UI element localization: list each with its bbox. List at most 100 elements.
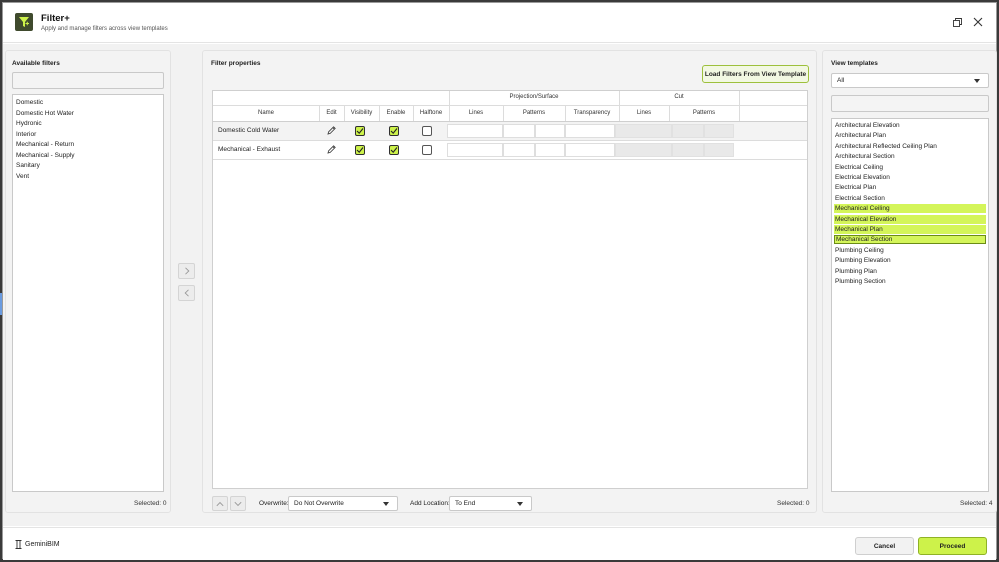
load-filters-button[interactable]: Load Filters From View Template: [702, 65, 809, 83]
halftone-checkbox[interactable]: [422, 145, 432, 155]
brand: GeminiBIM: [15, 540, 60, 549]
close-icon[interactable]: [972, 16, 984, 28]
list-item[interactable]: Mechanical - Supply: [16, 152, 75, 159]
list-item[interactable]: Mechanical - Return: [16, 141, 74, 148]
halftone-checkbox[interactable]: [422, 126, 432, 136]
move-left-button[interactable]: [178, 285, 195, 301]
view-templates-list[interactable]: Architectural Elevation Architectural Pl…: [831, 118, 989, 492]
pencil-icon[interactable]: [326, 144, 337, 157]
table-row[interactable]: Domestic Cold Water: [213, 122, 807, 140]
filter-properties-panel: Filter properties Load Filters From View…: [202, 50, 817, 513]
available-filters-panel: Available filters Domestic Domestic Hot …: [5, 50, 171, 513]
cut-patterns-color-cell: [672, 124, 704, 138]
column-header-projection-lines[interactable]: Lines: [449, 110, 503, 116]
restore-icon[interactable]: [951, 16, 963, 28]
available-filters-selected-count: Selected: 0: [134, 500, 167, 507]
chevron-up-icon: [216, 501, 224, 506]
list-item-selected[interactable]: Mechanical Section: [834, 235, 986, 245]
transparency-cell[interactable]: [565, 124, 615, 138]
visibility-checkbox[interactable]: [355, 145, 365, 155]
view-templates-selected-count: Selected: 4: [960, 500, 993, 507]
overwrite-dropdown[interactable]: Do Not Overwrite: [288, 496, 398, 511]
filter-name: Mechanical - Exhaust: [218, 146, 281, 153]
add-location-value: To End: [455, 500, 476, 507]
list-item-selected[interactable]: Mechanical Ceiling: [834, 204, 986, 214]
list-item-selected[interactable]: Mechanical Plan: [834, 225, 986, 234]
projection-patterns-color-cell[interactable]: [503, 124, 535, 138]
divider: [619, 91, 620, 105]
list-item[interactable]: Domestic Hot Water: [16, 110, 74, 117]
move-up-button[interactable]: [212, 496, 228, 511]
list-item[interactable]: Electrical Ceiling: [834, 163, 986, 172]
list-item[interactable]: Architectural Reflected Ceiling Plan: [834, 142, 986, 151]
projection-patterns-cell[interactable]: [535, 143, 565, 157]
list-item[interactable]: Plumbing Ceiling: [834, 246, 986, 255]
list-item[interactable]: Electrical Elevation: [834, 173, 986, 182]
list-item[interactable]: Interior: [16, 131, 36, 138]
list-item[interactable]: Plumbing Elevation: [834, 256, 986, 265]
pencil-icon[interactable]: [326, 125, 337, 138]
column-header-edit[interactable]: Edit: [319, 110, 344, 116]
move-right-button[interactable]: [178, 263, 195, 279]
divider: [503, 105, 504, 121]
list-item[interactable]: Vent: [16, 173, 29, 180]
projection-patterns-color-cell[interactable]: [503, 143, 535, 157]
list-item[interactable]: Architectural Section: [834, 152, 986, 161]
window-header: Filter+ Apply and manage filters across …: [3, 3, 996, 43]
visibility-checkbox[interactable]: [355, 126, 365, 136]
column-header-name[interactable]: Name: [213, 110, 319, 116]
app-title: Filter+: [41, 13, 70, 24]
transparency-cell[interactable]: [565, 143, 615, 157]
brand-name: GeminiBIM: [25, 541, 60, 548]
selected-count: 0: [162, 500, 167, 507]
list-item[interactable]: Electrical Section: [834, 194, 986, 203]
filter-properties-grid: Projection/Surface Cut Name Edit Visibil…: [212, 90, 808, 489]
available-filters-list[interactable]: Domestic Domestic Hot Water Hydronic Int…: [12, 94, 164, 492]
projection-lines-cell[interactable]: [447, 124, 503, 138]
enable-checkbox[interactable]: [389, 126, 399, 136]
column-header-transparency[interactable]: Transparency: [565, 110, 619, 116]
overwrite-label: Overwrite:: [259, 500, 289, 507]
projection-lines-cell[interactable]: [447, 143, 503, 157]
cut-patterns-color-cell: [672, 143, 704, 157]
list-item-selected[interactable]: Mechanical Elevation: [834, 214, 986, 224]
view-templates-filter-dropdown[interactable]: All: [831, 73, 989, 88]
view-templates-panel: View templates All Architectural Elevati…: [822, 50, 997, 513]
view-templates-search-input[interactable]: [831, 95, 989, 112]
move-down-button[interactable]: [230, 496, 246, 511]
column-header-cut-lines[interactable]: Lines: [619, 110, 669, 116]
divider: [213, 105, 807, 106]
table-row[interactable]: Mechanical - Exhaust: [213, 141, 807, 159]
column-header-enable[interactable]: Enable: [379, 110, 413, 116]
filter-plus-icon: [15, 13, 33, 31]
cancel-button[interactable]: Cancel: [855, 537, 914, 555]
list-item[interactable]: Sanitary: [16, 162, 40, 169]
list-item[interactable]: Plumbing Section: [834, 277, 986, 286]
column-header-visibility[interactable]: Visibility: [344, 110, 379, 116]
proceed-button[interactable]: Proceed: [918, 537, 987, 555]
column-header-cut-patterns[interactable]: Patterns: [669, 110, 739, 116]
filter-properties-title: Filter properties: [211, 60, 261, 67]
divider: [619, 105, 620, 121]
available-filters-title: Available filters: [12, 60, 60, 67]
divider: [739, 105, 740, 121]
view-templates-title: View templates: [831, 60, 878, 67]
list-item[interactable]: Hydronic: [16, 120, 42, 127]
projection-patterns-cell[interactable]: [535, 124, 565, 138]
column-header-halftone[interactable]: Halftone: [413, 110, 449, 116]
divider: [213, 159, 807, 160]
list-item[interactable]: Electrical Plan: [834, 183, 986, 192]
add-location-dropdown[interactable]: To End: [449, 496, 532, 511]
available-filters-search-input[interactable]: [12, 72, 164, 89]
enable-checkbox[interactable]: [389, 145, 399, 155]
list-item[interactable]: Architectural Elevation: [834, 121, 986, 130]
list-item[interactable]: Plumbing Plan: [834, 267, 986, 276]
cut-group-header: Cut: [674, 94, 684, 100]
divider: [669, 105, 670, 121]
cut-patterns-cell: [704, 124, 734, 138]
column-header-projection-patterns[interactable]: Patterns: [503, 110, 565, 116]
list-item[interactable]: Domestic: [16, 99, 43, 106]
filter-name: Domestic Cold Water: [218, 127, 280, 134]
list-item[interactable]: Architectural Plan: [834, 131, 986, 140]
chevron-left-icon: [184, 289, 189, 297]
